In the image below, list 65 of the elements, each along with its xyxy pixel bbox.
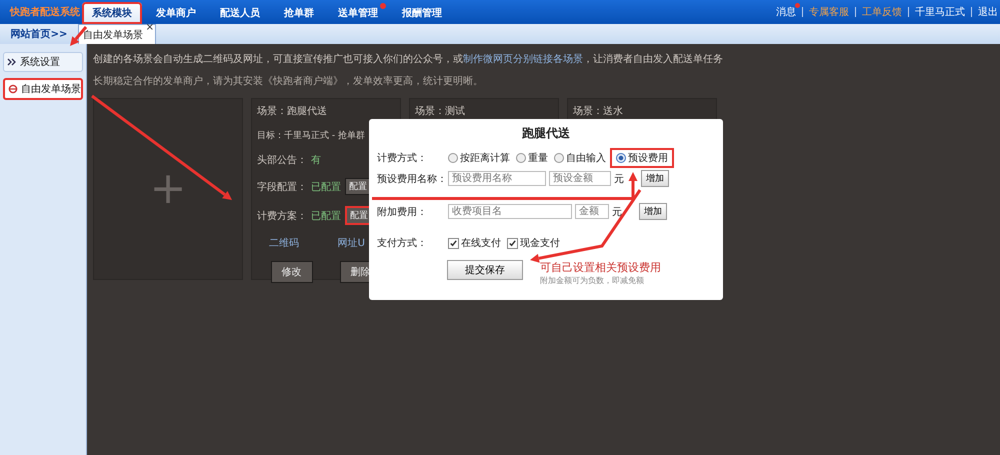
input-field[interactable]: 金额 (575, 204, 609, 219)
checkbox[interactable] (448, 238, 459, 248)
scene-target: 目标：千里马正式 - 抢单群 (257, 130, 366, 142)
close-icon[interactable]: × (146, 22, 154, 33)
input-field[interactable]: 收费项目名 (448, 204, 572, 219)
plus-sign: + (150, 167, 186, 211)
nav-tab[interactable]: 抢单群 (274, 2, 324, 24)
field-label: 附加费用： (377, 206, 428, 218)
add-button[interactable]: 增加 (641, 170, 669, 187)
radio-label: 重量 (528, 152, 548, 165)
radio-button[interactable] (516, 153, 526, 163)
sidebar-item[interactable]: 自由发单场景 (3, 78, 83, 100)
sidebar-label: 系统设置 (20, 56, 60, 69)
nav-tab[interactable]: 配送人员 (210, 2, 270, 24)
nav-tab[interactable]: 系统模块 (82, 2, 142, 24)
header-link[interactable]: 消息 (776, 5, 796, 19)
field-label: 计费方式： (377, 152, 428, 165)
app-logo: 快跑者配送系统 (10, 6, 81, 19)
field-label: 支付方式： (377, 236, 428, 250)
note-text: 长期稳定合作的发单商户，请为其安装《快跑者商户端》，发单效率更高，统计更明晰。 (93, 74, 484, 88)
field-label: 计费方案： (257, 210, 307, 222)
header-link[interactable]: 退出 (978, 5, 998, 19)
radio-button[interactable] (554, 153, 564, 163)
dialog-title: 跑腿代送 (521, 125, 571, 142)
checkbox-label: 现金支付 (520, 236, 560, 250)
unit-label: 元 (614, 172, 624, 186)
field-value: 已配置 (311, 180, 341, 194)
unit-label: 元 (612, 206, 622, 218)
sidebar-label: 自由发单场景 (21, 82, 81, 96)
add-button[interactable]: 增加 (639, 203, 667, 220)
header-link[interactable]: 千里马正式 (915, 5, 965, 19)
browser-icon (8, 84, 18, 94)
hint-text: 附加金额可为负数，即减免额 (540, 275, 645, 286)
card-link[interactable]: 网址U (338, 236, 365, 250)
home-link[interactable]: 网站首页>> (0, 27, 78, 41)
field-value: 已配置 (311, 210, 341, 222)
field-label: 预设费用名称： (377, 172, 445, 186)
config-button[interactable]: 配置 (345, 178, 371, 195)
radio-label: 预设费用 (628, 152, 668, 165)
field-label: 字段配置： (257, 180, 307, 194)
radio-button[interactable] (616, 153, 626, 163)
nav-tab[interactable]: 报酬管理 (392, 2, 452, 24)
checkbox-label: 在线支付 (461, 236, 501, 250)
double-chevron-icon (7, 57, 17, 67)
submit-button[interactable]: 提交保存 (447, 260, 523, 280)
intro-link[interactable]: 制作微网页分别链接各场景 (463, 54, 583, 65)
scene-name: 场景：跑腿代送 (257, 104, 328, 118)
checkbox[interactable] (507, 238, 518, 248)
nav-tab[interactable]: 送单管理 (328, 2, 388, 24)
field-label: 头部公告： (257, 154, 307, 167)
page-tab[interactable]: 自由发单场景 × (78, 24, 156, 44)
annotation-text: 可自己设置相关预设费用 (540, 260, 661, 275)
radio-button[interactable] (448, 153, 458, 163)
input-field[interactable]: 预设金额 (549, 171, 611, 186)
sidebar-item[interactable]: 系统设置 (3, 52, 83, 72)
radio-label: 按距离计算 (460, 152, 510, 165)
nav-tab[interactable]: 发单商户 (146, 2, 206, 24)
scene-name: 场景：测试 (415, 104, 466, 118)
card-action-button[interactable]: 修改 (270, 261, 312, 283)
scene-name: 场景：送水 (573, 104, 624, 118)
card-link[interactable]: 二维码 (269, 236, 299, 250)
radio-label: 自由输入 (566, 152, 606, 165)
input-field[interactable]: 预设费用名称 (448, 171, 546, 186)
field-value: 有 (311, 154, 321, 167)
intro-text: 创建的各场景会自动生成二维码及网址，可直接宣传推广也可接入你们的公众号，或制作微网页分别链接各场景，让消费者自由发入配送单任务 (93, 52, 724, 66)
